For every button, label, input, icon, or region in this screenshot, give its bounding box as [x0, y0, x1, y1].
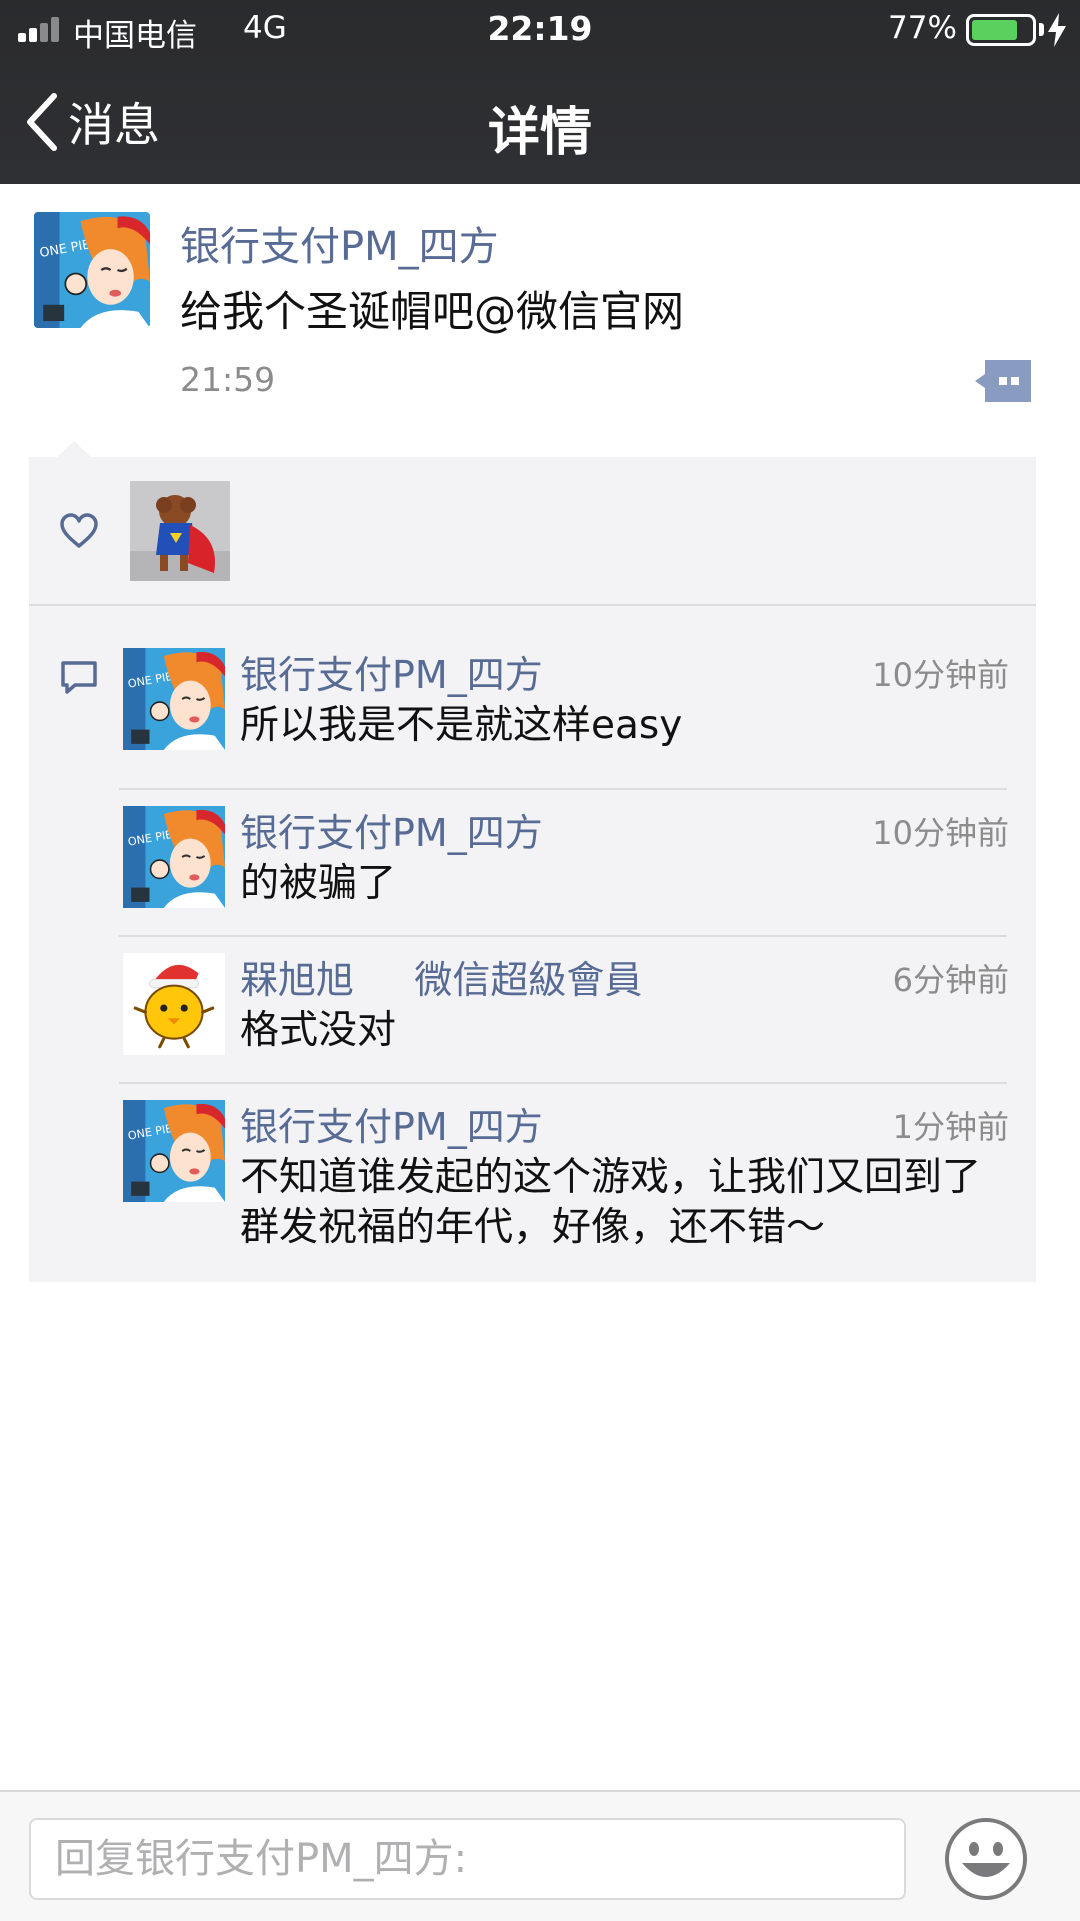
anime-avatar-image — [34, 212, 150, 328]
commenter-avatar[interactable] — [123, 806, 225, 908]
comment-text: 的被骗了 — [240, 861, 397, 906]
dog-avatar-image — [130, 481, 230, 581]
comment-action-icon[interactable] — [975, 360, 1031, 402]
comment-time: 10分钟前 — [872, 814, 1009, 852]
comment-item[interactable]: 槑旭旭 微信超級會員 6分钟前 格式没对 — [119, 953, 1009, 1083]
post-author-avatar[interactable] — [34, 212, 150, 328]
navigation-bar: 消息 详情 — [0, 60, 1080, 184]
reply-bar — [0, 1790, 1080, 1921]
battery-icon — [966, 14, 1036, 46]
reply-input[interactable] — [29, 1818, 906, 1900]
anime-avatar-image — [123, 806, 225, 908]
comment-time: 10分钟前 — [872, 656, 1009, 694]
chick-avatar-image — [123, 953, 225, 1055]
commenter-name[interactable]: 银行支付PM_四方 — [240, 802, 543, 857]
moments-detail-screen: 中国电信 4G 22:19 77% 消息 详情 银行支付PM_四方 给我个圣诞帽… — [0, 0, 1080, 1921]
comment-bubble-icon — [61, 661, 97, 694]
commenter-avatar[interactable] — [123, 648, 225, 750]
post-author-name[interactable]: 银行支付PM_四方 — [180, 214, 499, 272]
commenter-avatar[interactable] — [123, 1100, 225, 1202]
post-time: 21:59 — [180, 360, 276, 399]
emoji-icon[interactable] — [944, 1817, 1028, 1901]
comment-divider — [119, 1082, 1007, 1084]
post-text: 给我个圣诞帽吧@微信官网 — [180, 287, 685, 336]
comment-divider — [119, 935, 1007, 937]
commenter-name[interactable]: 银行支付PM_四方 — [240, 644, 543, 699]
liker-avatar[interactable] — [130, 481, 230, 581]
page-title: 详情 — [487, 103, 592, 163]
anime-avatar-image — [123, 1100, 225, 1202]
anime-avatar-image — [123, 648, 225, 750]
comment-text: 不知道谁发起的这个游戏，让我们又回到了群发祝福的年代，好像，还不错～ — [240, 1155, 982, 1250]
comment-text: 格式没对 — [240, 1008, 397, 1053]
commenter-name[interactable]: 银行支付PM_四方 — [240, 1096, 543, 1151]
comment-item[interactable]: 银行支付PM_四方 10分钟前 所以我是不是就这样easy — [119, 648, 1009, 788]
comment-text: 所以我是不是就这样easy — [240, 703, 683, 748]
commenter-avatar[interactable] — [123, 953, 225, 1055]
battery-percent: 77% — [888, 10, 957, 46]
likes-divider — [29, 604, 1036, 606]
charging-icon — [1048, 13, 1066, 47]
comment-item[interactable]: 银行支付PM_四方 1分钟前 不知道谁发起的这个游戏，让我们又回到了群发祝福的年… — [119, 1100, 1009, 1260]
comment-item[interactable]: 银行支付PM_四方 10分钟前 的被骗了 — [119, 806, 1009, 936]
comment-time: 1分钟前 — [892, 1108, 1009, 1146]
heart-icon — [60, 513, 98, 548]
comment-time: 6分钟前 — [892, 961, 1009, 999]
battery-level-fill — [972, 20, 1017, 40]
top-header: 中国电信 4G 22:19 77% 消息 详情 — [0, 0, 1080, 184]
commenter-name[interactable]: 槑旭旭 微信超級會員 — [240, 949, 642, 1004]
comment-divider — [119, 788, 1007, 790]
status-bar: 中国电信 4G 22:19 77% — [0, 0, 1080, 60]
box-pointer — [56, 441, 92, 458]
battery-cap — [1039, 23, 1044, 36]
